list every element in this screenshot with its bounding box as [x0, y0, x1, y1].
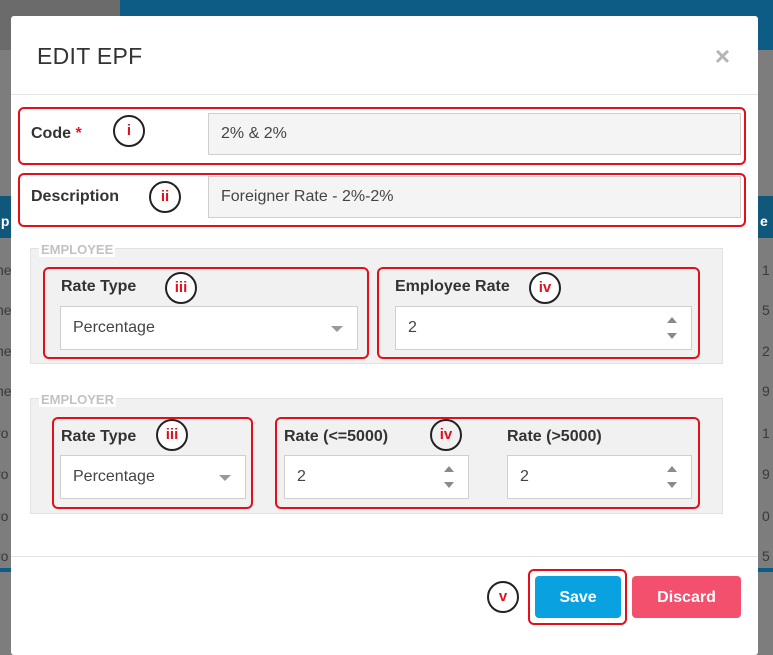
background-row-digit: 9: [762, 383, 770, 399]
background-row-text: ne: [0, 343, 12, 359]
save-button[interactable]: Save: [535, 576, 621, 618]
annotation-box-iv-employer: [275, 417, 700, 509]
background-row-text: ro: [0, 425, 9, 441]
edit-epf-modal: EDIT EPF × Code * i Description ii EMPLO…: [11, 16, 758, 655]
modal-title: EDIT EPF: [37, 43, 143, 69]
background-row-digit: 1: [762, 425, 770, 441]
annotation-marker-iii: iii: [165, 272, 197, 304]
employer-legend: EMPLOYER: [39, 392, 116, 407]
background-row-text: ne: [0, 302, 12, 318]
background-header-left: ip: [0, 213, 10, 229]
annotation-box-iii: [43, 267, 369, 359]
annotation-box-iii-employer: [52, 417, 253, 509]
discard-button[interactable]: Discard: [632, 576, 741, 618]
background-row-text: ne: [0, 262, 12, 278]
modal-header: EDIT EPF ×: [11, 16, 758, 95]
background-row-digit: 5: [762, 302, 770, 318]
annotation-marker-i: i: [113, 115, 145, 147]
annotation-box-ii: [18, 173, 746, 227]
annotation-marker-iii-employer: iii: [156, 419, 188, 451]
employee-legend: EMPLOYEE: [39, 242, 116, 257]
background-row-text: ro: [0, 548, 9, 564]
background-header-right: e: [760, 213, 768, 229]
background-row-digit: 9: [762, 466, 770, 482]
annotation-marker-v: v: [487, 581, 519, 613]
modal-footer-divider: [11, 556, 758, 557]
background-row-text: ne: [0, 383, 12, 399]
annotation-marker-ii: ii: [149, 181, 181, 213]
background-row-text: ro: [0, 508, 9, 524]
background-row-digit: 1: [762, 262, 770, 278]
background-row-digit: 5: [762, 548, 770, 564]
background-row-digit: 2: [762, 343, 770, 359]
annotation-marker-iv-employer: iv: [430, 419, 462, 451]
close-icon[interactable]: ×: [715, 41, 730, 72]
background-row-text: ro: [0, 466, 9, 482]
background-row-digit: 0: [762, 508, 770, 524]
annotation-marker-iv: iv: [529, 272, 561, 304]
